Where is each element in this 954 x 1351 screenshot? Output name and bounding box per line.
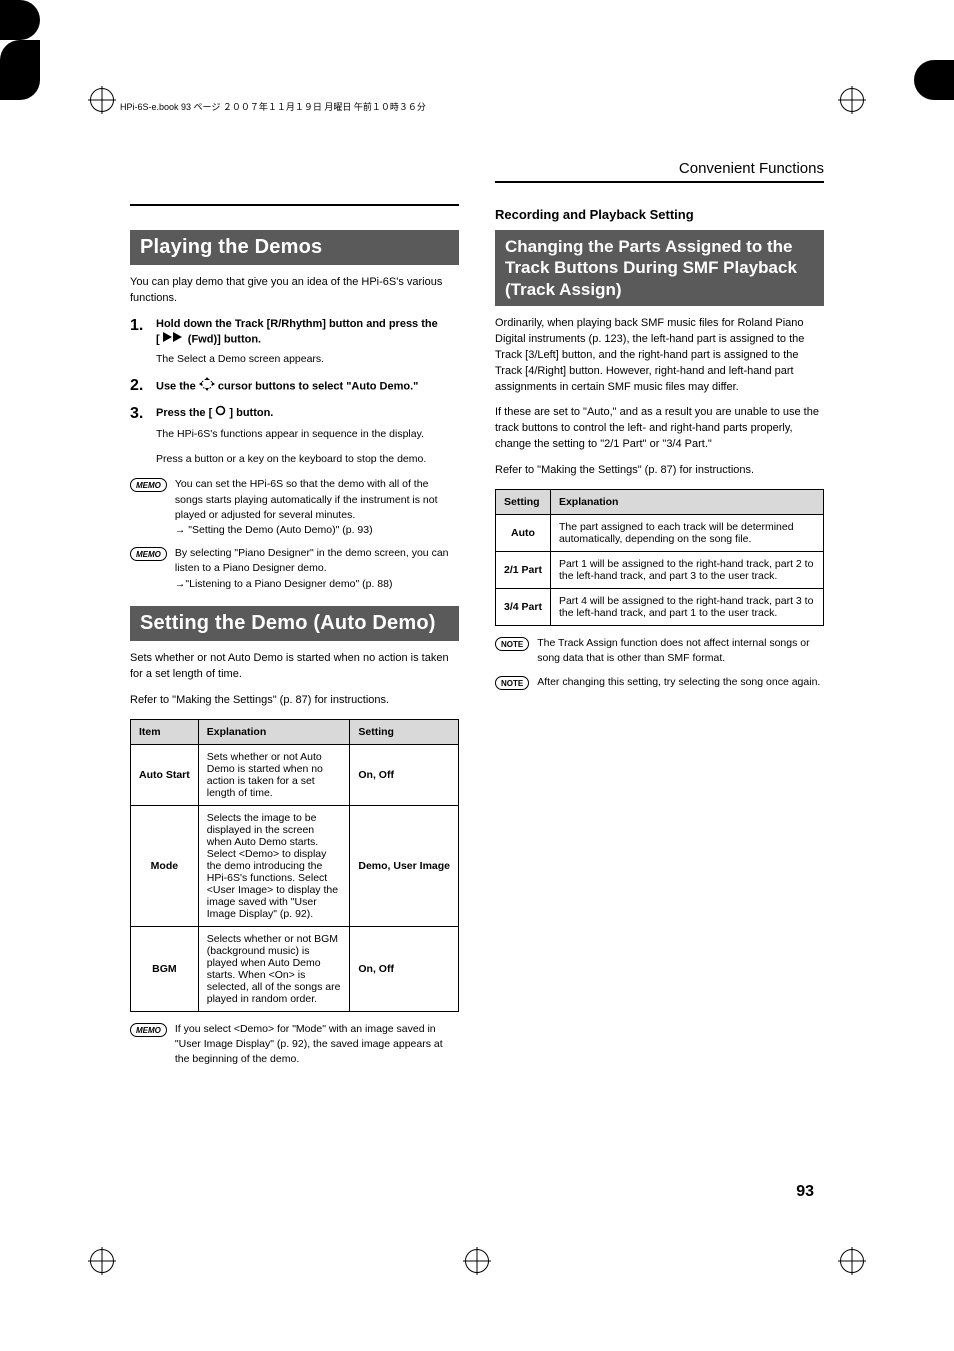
step-number: 1. bbox=[130, 317, 148, 348]
table-row: Auto The part assigned to each track wil… bbox=[496, 515, 824, 552]
table-row: BGM Selects whether or not BGM (backgrou… bbox=[131, 926, 459, 1011]
body-text: Ordinarily, when playing back SMF music … bbox=[495, 316, 824, 396]
memo-badge: MEMO bbox=[130, 478, 167, 492]
cross-reference: Refer to "Making the Settings" (p. 87) f… bbox=[495, 463, 824, 479]
body-text: If these are set to "Auto," and as a res… bbox=[495, 405, 824, 453]
register-mark-icon bbox=[465, 1249, 489, 1273]
table-row: 2/1 Part Part 1 will be assigned to the … bbox=[496, 552, 824, 589]
fast-forward-icon bbox=[163, 332, 185, 347]
col-header: Explanation bbox=[198, 719, 350, 744]
crop-ornament-tr bbox=[914, 60, 954, 100]
intro-text: You can play demo that give you an idea … bbox=[130, 275, 459, 307]
memo-badge: MEMO bbox=[130, 1023, 167, 1037]
cross-reference: Refer to "Making the Settings" (p. 87) f… bbox=[130, 693, 459, 709]
register-mark-icon bbox=[90, 1249, 114, 1273]
step-instruction: Use the cursor buttons to select "Auto D… bbox=[156, 377, 459, 396]
section-title-track-assign: Changing the Parts Assigned to the Track… bbox=[495, 230, 824, 306]
page-number: 93 bbox=[796, 1183, 814, 1201]
step-number: 3. bbox=[130, 405, 148, 423]
track-assign-table: Setting Explanation Auto The part assign… bbox=[495, 489, 824, 626]
running-header: Convenient Functions bbox=[495, 160, 824, 177]
col-header: Explanation bbox=[550, 490, 823, 515]
table-row: Mode Selects the image to be displayed i… bbox=[131, 805, 459, 926]
step-result: Press a button or a key on the keyboard … bbox=[156, 452, 459, 467]
register-mark-icon bbox=[840, 88, 864, 112]
memo-text: You can set the HPi-6S so that the demo … bbox=[175, 477, 459, 538]
section-title-auto-demo: Setting the Demo (Auto Demo) bbox=[130, 606, 459, 641]
memo-text: By selecting "Piano Designer" in the dem… bbox=[175, 546, 459, 592]
table-row: Auto Start Sets whether or not Auto Demo… bbox=[131, 744, 459, 805]
step-result: The HPi-6S's functions appear in sequenc… bbox=[156, 427, 459, 442]
memo-text: If you select <Demo> for "Mode" with an … bbox=[175, 1022, 459, 1068]
step-result: The Select a Demo screen appears. bbox=[156, 352, 459, 367]
note-badge: NOTE bbox=[495, 637, 529, 651]
col-header: Item bbox=[131, 719, 199, 744]
category-heading: Recording and Playback Setting bbox=[495, 207, 824, 222]
body-text: Sets whether or not Auto Demo is started… bbox=[130, 651, 459, 683]
table-row: 3/4 Part Part 4 will be assigned to the … bbox=[496, 589, 824, 626]
memo-badge: MEMO bbox=[130, 547, 167, 561]
auto-demo-table: Item Explanation Setting Auto Start Sets… bbox=[130, 719, 459, 1012]
note-text: After changing this setting, try selecti… bbox=[537, 675, 820, 690]
register-mark-icon bbox=[90, 88, 114, 112]
section-title-playing-demos: Playing the Demos bbox=[130, 230, 459, 265]
note-badge: NOTE bbox=[495, 676, 529, 690]
divider bbox=[130, 204, 459, 206]
crop-header-text: HPi-6S-e.book 93 ページ ２００７年１１月１９日 月曜日 午前１… bbox=[120, 100, 426, 113]
step-instruction: Hold down the Track [R/Rhythm] button an… bbox=[156, 317, 459, 348]
circle-button-icon bbox=[215, 405, 226, 421]
note-text: The Track Assign function does not affec… bbox=[537, 636, 824, 666]
col-header: Setting bbox=[496, 490, 551, 515]
step-number: 2. bbox=[130, 377, 148, 396]
register-mark-icon bbox=[840, 1249, 864, 1273]
divider bbox=[495, 181, 824, 183]
col-header: Setting bbox=[350, 719, 459, 744]
cursor-arrows-icon bbox=[199, 377, 215, 396]
crop-ornament-tl bbox=[0, 60, 40, 100]
step-instruction: Press the [ ] button. bbox=[156, 405, 459, 422]
crop-ornament-bl bbox=[0, 0, 40, 40]
